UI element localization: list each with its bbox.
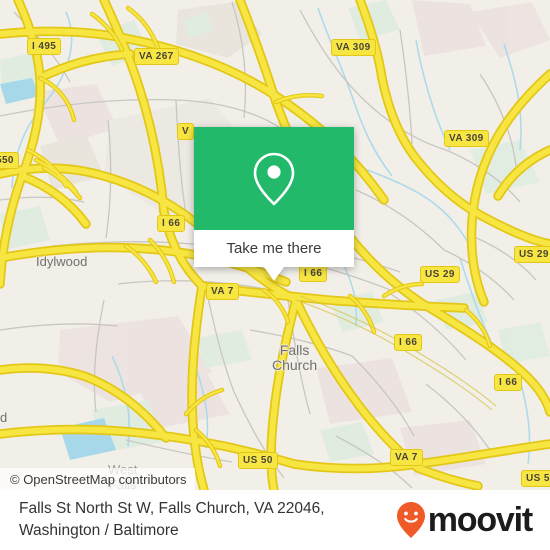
map-attribution[interactable]: © OpenStreetMap contributors — [0, 468, 195, 490]
road-shield: I 66 — [494, 374, 523, 391]
road-shield: US 5 — [521, 470, 550, 487]
popup-action-bar[interactable]: Take me there — [194, 230, 354, 267]
road-shield: I 66 — [394, 334, 423, 351]
road-shield: I 66 — [299, 265, 328, 282]
road-shield: I 66 — [157, 215, 186, 232]
take-me-there-label: Take me there — [226, 240, 322, 257]
moovit-wordmark: moovit — [427, 501, 533, 539]
road-shield: I 495 — [27, 38, 62, 55]
place-label: Falls Church — [272, 342, 318, 373]
attribution-text: © OpenStreetMap contributors — [10, 471, 187, 487]
place-label: Idylwood — [36, 254, 88, 269]
road-shield: US 50 — [238, 452, 278, 469]
destination-popup-card[interactable]: Take me there — [194, 127, 354, 281]
popup-header — [194, 127, 354, 230]
popup-tail — [264, 267, 284, 281]
road-shield: VA 309 — [444, 130, 489, 147]
map-viewport[interactable]: I 495 VA 267 VA 309 VA 309 550 V I 66 I … — [0, 0, 550, 490]
road-shield: VA 7 — [390, 449, 423, 466]
road-shield: VA 7 — [206, 283, 239, 300]
address-label: Falls St North St W, Falls Church, VA 22… — [19, 500, 325, 539]
footer-bar: Falls St North St W, Falls Church, VA 22… — [0, 490, 550, 550]
road-shield: VA 267 — [134, 48, 179, 65]
road-shield: US 29 — [514, 246, 550, 263]
road-shield: 550 — [0, 152, 19, 169]
moovit-logo[interactable]: moovit — [396, 501, 533, 539]
map-share-card: I 495 VA 267 VA 309 VA 309 550 V I 66 I … — [0, 0, 550, 550]
location-pin-icon — [251, 151, 297, 207]
road-shield: US 29 — [420, 266, 460, 283]
road-shield: V — [177, 123, 195, 140]
road-shield: VA 309 — [331, 39, 376, 56]
moovit-smiley-pin-icon — [396, 501, 426, 539]
place-label: d — [0, 410, 8, 425]
